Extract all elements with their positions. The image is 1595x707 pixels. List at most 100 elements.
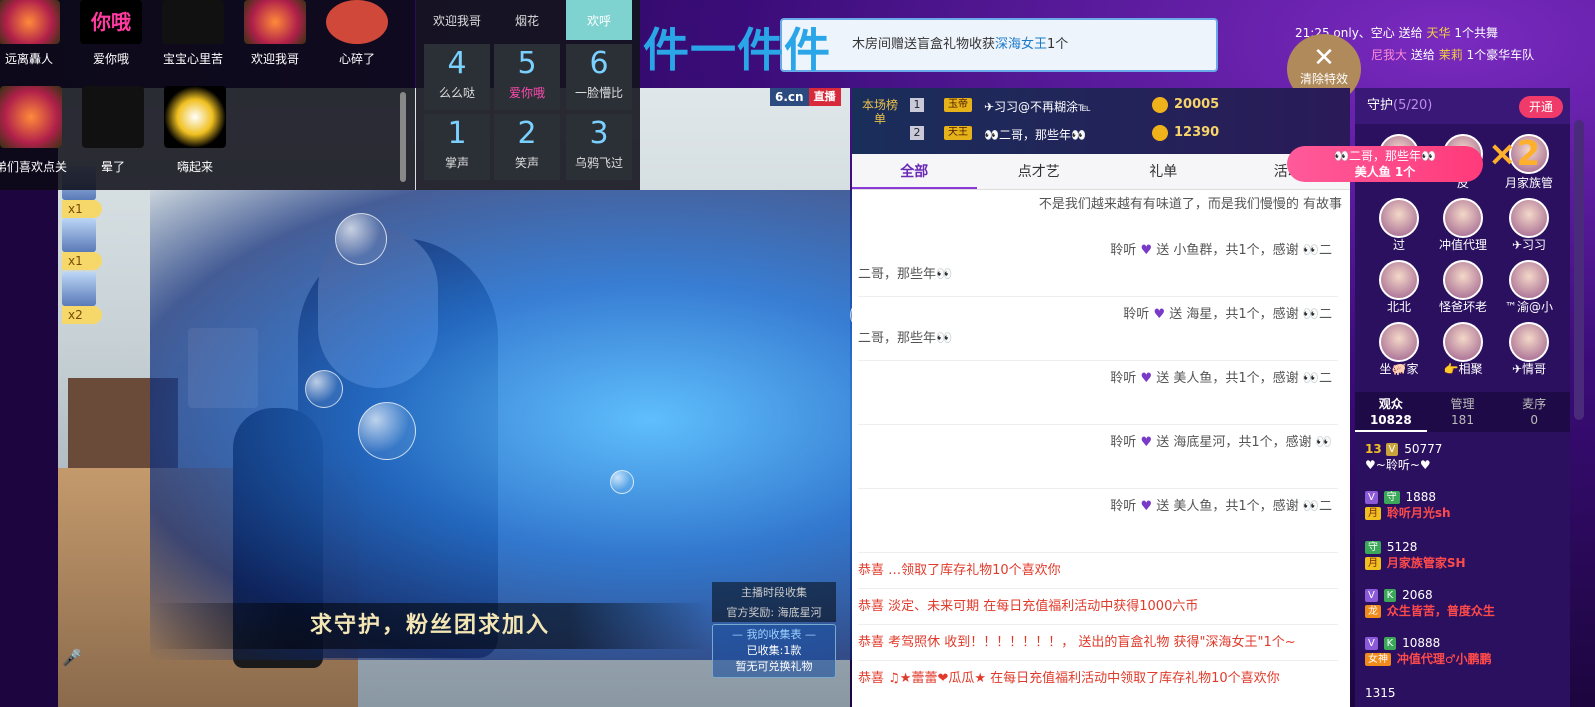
guard-name: 月家族管 xyxy=(1504,176,1553,190)
collection-card[interactable]: 主播时段收集 官方奖励: 海底星河 — 我的收集表 — 已收集:1款 暂无可兑换… xyxy=(712,582,836,678)
gift-ticker: 木房间赠送盲盒礼物收获深海女王1个 xyxy=(780,18,1218,72)
audience-row[interactable]: 守 5128 月 月家族管家SH xyxy=(1365,540,1565,571)
family-badge: 月 xyxy=(1365,557,1381,570)
chat-user[interactable]: 聆听 xyxy=(1110,371,1136,386)
platform-brand: 6.cn 直播 xyxy=(770,88,841,106)
chat-message: 不是我们越来越有有味道了，而是我们慢慢的 有故事 xyxy=(1038,197,1342,212)
microphone-icon[interactable]: 🎤 xyxy=(62,648,82,670)
guard-name: 坐🐖家 xyxy=(1379,362,1419,376)
chat-user[interactable]: 聆听 xyxy=(1110,243,1136,258)
feed-receiver: 天华 xyxy=(1426,26,1451,40)
chat-divider xyxy=(858,660,1338,661)
feed-sender: 尼我大 xyxy=(1371,48,1408,62)
audience-row[interactable]: V K 10888 女神 冲值代理♂小鹏鹏 xyxy=(1365,636,1565,667)
emote-item[interactable]: 弟们喜欢点关 xyxy=(0,86,70,175)
avatar[interactable] xyxy=(1443,322,1483,362)
rank-label[interactable]: 本场榜单 xyxy=(860,98,900,126)
audience-row[interactable]: 1315 xyxy=(1365,686,1565,700)
rank-row[interactable]: 2 天王 👀二哥，那些年👀 12390 xyxy=(910,120,1330,148)
chat-gift-message: 聆听 ♥ 送 小鱼群，共1个，感谢 👀二 xyxy=(858,242,1342,260)
rank-number: 1 xyxy=(910,98,924,112)
user-coins: 50777 xyxy=(1404,442,1443,456)
emote-panel-scrollbar[interactable] xyxy=(400,92,406,182)
avatar[interactable] xyxy=(1443,198,1483,238)
emote-label: 心碎了 xyxy=(338,52,375,66)
user-name: ♥~聆听~♥ xyxy=(1365,458,1431,472)
keypad-label: 笑声 xyxy=(514,156,539,170)
keypad-item[interactable]: 烟花 xyxy=(494,0,560,40)
keypad-number: 3 xyxy=(589,116,609,151)
avatar[interactable] xyxy=(1509,198,1549,238)
avatar[interactable] xyxy=(1509,322,1549,362)
family-badge: 女神 xyxy=(1365,653,1391,666)
emote-item[interactable]: 晕了 xyxy=(74,86,152,175)
keypad-item[interactable]: 欢呼 xyxy=(566,0,632,40)
keypad-label: 烟花 xyxy=(514,14,539,28)
gift-popup-sender: 👀二哥，那些年👀 xyxy=(1334,149,1436,163)
user-coins: 5128 xyxy=(1386,540,1418,554)
keypad-label: 一脸懵比 xyxy=(574,86,623,100)
guard-name: ™渝@小 xyxy=(1504,300,1553,314)
chat-verb: 送 xyxy=(1156,371,1170,386)
gifter-item[interactable]: x2 xyxy=(62,272,122,324)
chat-verb: 送 xyxy=(1156,435,1170,450)
tab-admin[interactable]: 管理 181 xyxy=(1427,392,1499,432)
tab-gift-list[interactable]: 礼单 xyxy=(1101,154,1226,189)
rank-row[interactable]: 1 玉帝 ✈习习@不再糊涂℡ 20005 xyxy=(910,92,1330,120)
emote-image-icon xyxy=(326,0,388,44)
user-name: 冲值代理♂小鹏鹏 xyxy=(1396,652,1492,666)
tab-talent[interactable]: 点才艺 xyxy=(977,154,1102,189)
chat-divider xyxy=(858,588,1338,589)
rank-score: 20005 xyxy=(1174,97,1220,112)
keypad-item[interactable]: 6 一脸懵比 xyxy=(566,44,632,110)
user-name: 聆听月光sh xyxy=(1386,506,1451,520)
tab-count: 10828 xyxy=(1369,413,1412,427)
emote-item[interactable]: 宝宝心里苦 xyxy=(154,0,232,67)
chat-user[interactable]: 聆听 xyxy=(1110,435,1136,450)
emote-item[interactable]: 心碎了 xyxy=(318,0,396,67)
user-level: 13 xyxy=(1365,442,1382,456)
emote-item[interactable]: 你哦 爱你哦 xyxy=(72,0,150,67)
emote-label: 弟们喜欢点关 xyxy=(0,160,67,174)
tab-audience[interactable]: 观众 10828 xyxy=(1355,392,1427,432)
keypad-item[interactable]: 1 掌声 xyxy=(424,114,490,180)
collect-reward: 官方奖励: 海底星河 xyxy=(712,602,836,622)
feed-verb: 送给 xyxy=(1398,26,1423,40)
emote-image-icon xyxy=(0,0,60,44)
feed-receiver: 茉莉 xyxy=(1438,48,1463,62)
keypad-item[interactable]: 5 爱你哦 xyxy=(494,44,560,110)
emote-label: 宝宝心里苦 xyxy=(162,52,223,66)
coin-icon xyxy=(1152,97,1168,113)
chat-user[interactable]: 聆听 xyxy=(1110,499,1136,514)
tab-mic-queue[interactable]: 麦序 0 xyxy=(1498,392,1570,432)
open-guard-button[interactable]: 开通 xyxy=(1519,96,1563,118)
feed-line-2: 尼我大 送给 茉莉 1个豪华车队 xyxy=(1371,46,1534,63)
avatar[interactable] xyxy=(1379,322,1419,362)
audience-row[interactable]: V 守 1888 月 聆听月光sh xyxy=(1365,490,1565,521)
keypad-item[interactable]: 4 么么哒 xyxy=(424,44,490,110)
emote-image-icon xyxy=(162,0,224,44)
emote-item[interactable]: 远离轟人 xyxy=(0,0,68,67)
gift-popup-gift: 美人鱼 1个 xyxy=(1354,165,1416,179)
audience-row[interactable]: 13 V 50777 ♥~聆听~♥ xyxy=(1365,442,1565,473)
audience-row[interactable]: V K 2068 龙 众生皆苦，普度众生 xyxy=(1365,588,1565,619)
chat-user[interactable]: 聆听 xyxy=(1123,307,1149,322)
avatar[interactable] xyxy=(1509,260,1549,300)
gifter-count: x2 xyxy=(62,306,102,324)
chat-gift: 美人鱼，共1个，感谢 👀二 xyxy=(1173,371,1332,386)
gifter-item[interactable]: x1 xyxy=(62,218,122,270)
avatar[interactable] xyxy=(1379,260,1419,300)
vip-badge: V xyxy=(1385,443,1399,456)
keypad-item[interactable]: 欢迎我哥 xyxy=(424,0,490,40)
emote-item[interactable]: 欢迎我哥 xyxy=(236,0,314,67)
avatar[interactable] xyxy=(1443,260,1483,300)
guard-panel-scrollbar[interactable] xyxy=(1574,120,1584,420)
rank-number: 2 xyxy=(910,126,924,140)
keypad-item[interactable]: 3 乌鸦飞过 xyxy=(566,114,632,180)
tab-all[interactable]: 全部 xyxy=(852,154,977,189)
keypad-item[interactable]: 2 笑声 xyxy=(494,114,560,180)
guard-name: ✈情哥 xyxy=(1511,362,1547,376)
avatar[interactable] xyxy=(1379,198,1419,238)
emote-item[interactable]: 嗨起来 xyxy=(156,86,234,175)
keypad-label: 欢呼 xyxy=(586,14,611,28)
